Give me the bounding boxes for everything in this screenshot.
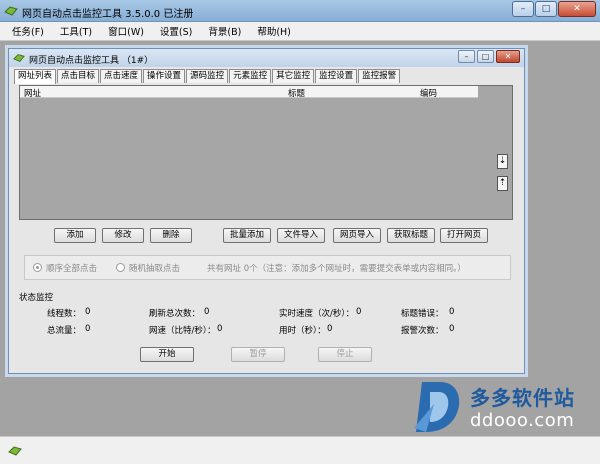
pause-button[interactable]: 暂停 <box>231 347 285 362</box>
stat-label: 总流量： <box>47 326 82 336</box>
stat-network-speed: 网速（比特/秒）： 0 <box>149 324 222 336</box>
child-minimize-button[interactable]: – <box>458 50 475 63</box>
tab-element-monitor[interactable]: 元素监控 <box>229 69 272 83</box>
maximize-button[interactable]: □ <box>535 1 557 17</box>
web-import-button[interactable]: 网页导入 <box>333 228 381 243</box>
child-window: 网页自动点击监控工具 （1#） – □ ✕ 网址列表 点击目标 点击速度 操作设… <box>8 48 525 374</box>
tab-monitor-settings[interactable]: 监控设置 <box>315 69 358 83</box>
menu-settings[interactable]: 设置(S) <box>152 24 200 38</box>
tab-monitor-alarm[interactable]: 监控报警 <box>358 69 401 83</box>
stat-label: 报警次数： <box>401 326 444 336</box>
stat-value: 0 <box>204 307 210 317</box>
url-list[interactable]: 网址 标题 编码 ⇣ ⇡ <box>19 85 513 220</box>
batch-add-button[interactable]: 批量添加 <box>223 228 271 243</box>
tab-url-list[interactable]: 网址列表 <box>14 69 57 84</box>
watermark-name: 多多软件站 <box>470 386 575 410</box>
stat-alarm-count: 报警次数： 0 <box>401 324 454 336</box>
tab-operation-settings[interactable]: 操作设置 <box>143 69 186 83</box>
random-radio[interactable] <box>116 263 125 272</box>
status-bar <box>0 436 600 464</box>
stat-label: 刷新总次数： <box>149 309 201 319</box>
menu-tools[interactable]: 工具(T) <box>52 24 100 38</box>
delete-button[interactable]: 删除 <box>150 228 192 243</box>
minimize-button[interactable]: – <box>512 1 534 17</box>
start-button[interactable]: 开始 <box>140 347 194 362</box>
stat-label: 实时速度（次/秒）： <box>279 309 355 319</box>
child-maximize-button[interactable]: □ <box>477 50 494 63</box>
stat-label: 标题错误： <box>401 309 444 319</box>
menu-task[interactable]: 任务(F) <box>4 24 52 38</box>
stat-value: 0 <box>217 324 223 334</box>
stat-value: 0 <box>356 307 362 317</box>
app-icon <box>4 6 18 16</box>
stat-refresh-total: 刷新总次数： 0 <box>149 307 209 319</box>
stat-label: 网速（比特/秒）： <box>149 326 216 336</box>
stat-value: 0 <box>449 307 455 317</box>
column-url[interactable]: 网址 <box>24 87 41 99</box>
get-title-button[interactable]: 获取标题 <box>387 228 435 243</box>
stat-elapsed-time: 用时（秒）： 0 <box>279 324 332 336</box>
app-icon <box>13 54 25 62</box>
open-page-button[interactable]: 打开网页 <box>440 228 488 243</box>
stat-realtime-speed: 实时速度（次/秒）： 0 <box>279 307 361 319</box>
click-mode-group: 顺序全部点击 随机抽取点击 共有网址 0个（注意：添加多个网址时，需要提交表单或… <box>24 255 511 280</box>
column-encoding[interactable]: 编码 <box>420 87 437 99</box>
stat-value: 0 <box>85 307 91 317</box>
stat-label: 线程数： <box>47 309 82 319</box>
menu-bar: 任务(F) 工具(T) 窗口(W) 设置(S) 背景(B) 帮助(H) <box>0 22 600 41</box>
stat-title-errors: 标题错误： 0 <box>401 307 454 319</box>
move-up-button[interactable]: ⇡ <box>497 176 508 191</box>
status-heading: 状态监控 <box>19 293 54 303</box>
move-down-button[interactable]: ⇣ <box>497 154 508 169</box>
stat-threads: 线程数： 0 <box>47 307 90 319</box>
menu-window[interactable]: 窗口(W) <box>100 24 152 38</box>
url-count-note: 共有网址 0个（注意：添加多个网址时，需要提交表单或内容相同。） <box>207 264 466 274</box>
tab-click-speed[interactable]: 点击速度 <box>100 69 143 83</box>
child-title-bar: 网页自动点击监控工具 （1#） – □ ✕ <box>9 49 524 67</box>
tab-strip: 网址列表 点击目标 点击速度 操作设置 源码监控 元素监控 其它监控 监控设置 … <box>14 69 401 84</box>
list-header: 网址 标题 编码 <box>20 86 478 99</box>
child-title: 网页自动点击监控工具 （1#） <box>29 56 154 66</box>
stat-value: 0 <box>327 324 333 334</box>
sequential-label[interactable]: 顺序全部点击 <box>46 262 97 274</box>
stop-button[interactable]: 停止 <box>318 347 372 362</box>
title-bar: 网页自动点击监控工具 3.5.0.0 已注册 – □ ✕ <box>0 0 600 22</box>
stat-value: 0 <box>449 324 455 334</box>
close-button[interactable]: ✕ <box>558 1 596 17</box>
child-close-button[interactable]: ✕ <box>496 50 520 63</box>
file-import-button[interactable]: 文件导入 <box>277 228 325 243</box>
app-icon <box>8 446 22 456</box>
random-label[interactable]: 随机抽取点击 <box>129 262 180 274</box>
window-title: 网页自动点击监控工具 3.5.0.0 已注册 <box>22 9 194 20</box>
tab-other-monitor[interactable]: 其它监控 <box>272 69 315 83</box>
menu-background[interactable]: 背景(B) <box>200 24 249 38</box>
sequential-radio[interactable] <box>33 263 42 272</box>
menu-help[interactable]: 帮助(H) <box>249 24 299 38</box>
watermark-logo-icon <box>414 382 460 432</box>
stat-label: 用时（秒）： <box>279 326 326 336</box>
column-title[interactable]: 标题 <box>288 87 305 99</box>
edit-button[interactable]: 修改 <box>102 228 144 243</box>
watermark-url: ddooo.com <box>470 410 575 431</box>
stat-value: 0 <box>85 324 91 334</box>
tab-click-target[interactable]: 点击目标 <box>57 69 100 83</box>
stat-total-traffic: 总流量： 0 <box>47 324 90 336</box>
tab-source-monitor[interactable]: 源码监控 <box>186 69 229 83</box>
add-button[interactable]: 添加 <box>54 228 96 243</box>
